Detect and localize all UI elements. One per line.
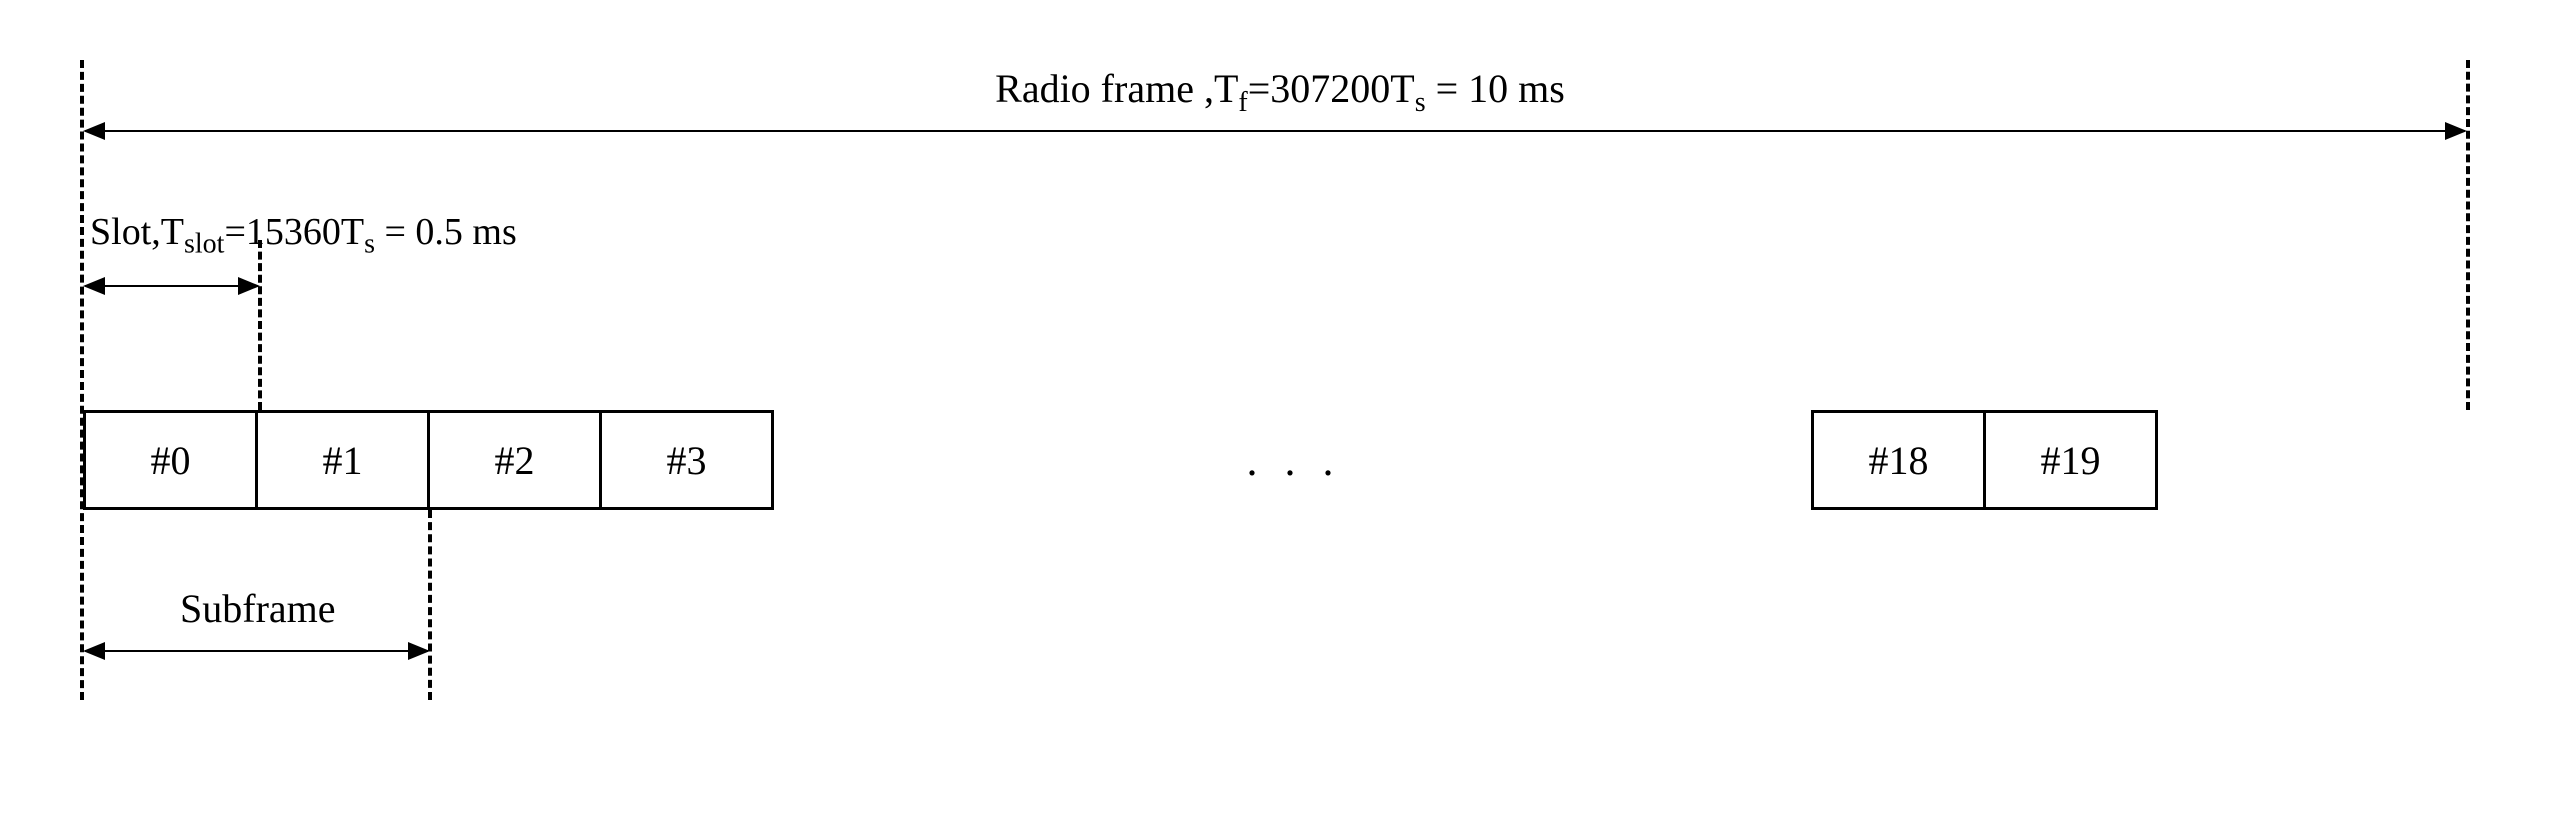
slot-19: #19: [1983, 410, 2158, 510]
radio-frame-caption: Radio frame ,Tf=307200Ts = 10 ms: [995, 65, 1565, 119]
subframe-arrow: [85, 650, 428, 652]
text: = 10 ms: [1426, 66, 1565, 111]
subframe-caption: Subframe: [180, 585, 336, 632]
ellipsis: . . .: [774, 435, 1814, 486]
slot-caption: Slot,Tslot=15360Ts = 0.5 ms: [90, 210, 517, 261]
text: Slot,T: [90, 211, 184, 253]
text: = 0.5 ms: [375, 211, 517, 253]
slot-18: #18: [1811, 410, 1986, 510]
radio-frame-arrow: [85, 130, 2465, 132]
slot-2: #2: [427, 410, 602, 510]
text: =15360T: [224, 211, 364, 253]
guide-line-right: [2466, 60, 2470, 410]
subscript-slot: slot: [184, 229, 224, 260]
guide-line-slot-end: [258, 240, 262, 410]
slot-arrow: [85, 285, 258, 287]
subscript-f: f: [1238, 87, 1247, 118]
text: Radio frame ,T: [995, 66, 1238, 111]
subscript-s: s: [364, 229, 375, 260]
slot-1: #1: [255, 410, 430, 510]
slot-0: #0: [83, 410, 258, 510]
text: =307200T: [1248, 66, 1415, 111]
subscript-s: s: [1415, 87, 1426, 118]
slots-row: #0 #1 #2 #3 . . . #18 #19: [83, 410, 2158, 510]
guide-line-left: [80, 60, 84, 700]
slot-3: #3: [599, 410, 774, 510]
guide-line-subframe-end: [428, 510, 432, 700]
